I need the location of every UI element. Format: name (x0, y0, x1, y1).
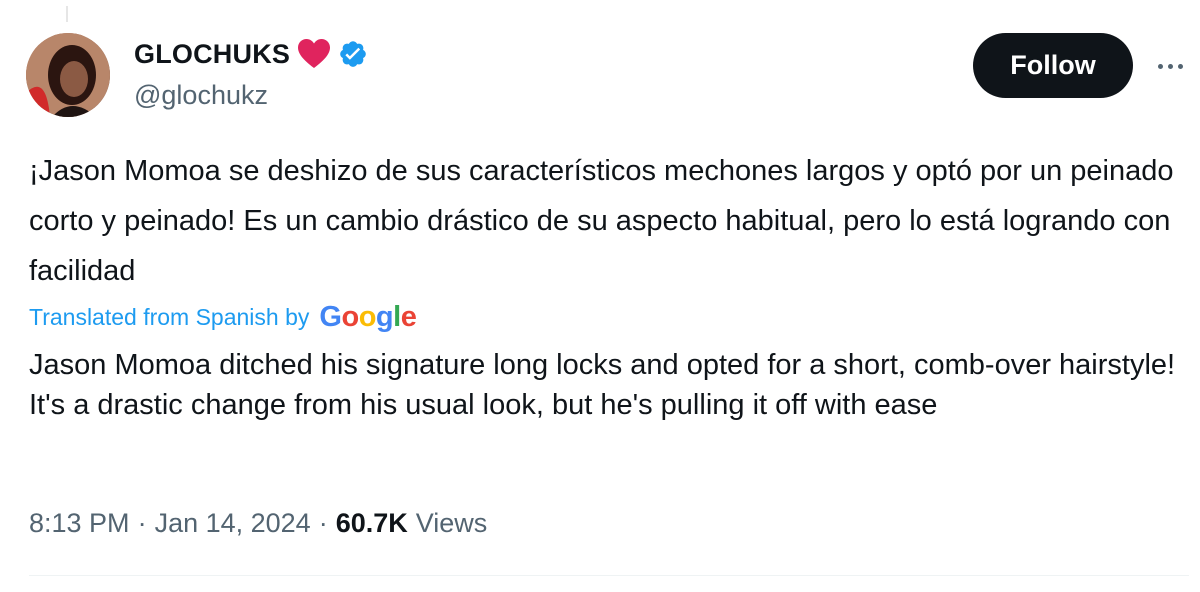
tweet-card: GLOCHUKS @glochukz Follow ¡Jason Momoa s… (0, 0, 1200, 592)
views-count[interactable]: 60.7K (336, 508, 408, 539)
author-display-name[interactable]: GLOCHUKS (134, 39, 290, 70)
heart-emoji-icon (298, 39, 331, 69)
author-name-row: GLOCHUKS (134, 36, 368, 72)
translated-label: Translated from Spanish by (29, 303, 310, 330)
meta-separator: · (137, 507, 147, 538)
google-logo: Google (319, 300, 417, 333)
author-handle[interactable]: @glochukz (134, 80, 268, 111)
verified-badge-icon[interactable] (338, 39, 368, 69)
avatar[interactable] (26, 33, 110, 117)
more-options-icon[interactable] (1150, 52, 1190, 80)
tweet-time[interactable]: 8:13 PM (29, 508, 130, 539)
views-label: Views (415, 507, 488, 538)
avatar-image (26, 33, 110, 117)
tweet-translation: Jason Momoa ditched his signature long l… (29, 349, 1176, 421)
follow-button[interactable]: Follow (973, 33, 1133, 98)
translation-attribution[interactable]: Translated from Spanish by Google (29, 297, 417, 337)
thread-connector (66, 6, 68, 22)
tweet-date[interactable]: Jan 14, 2024 (155, 508, 311, 539)
tweet-text: ¡Jason Momoa se deshizo de sus caracterí… (29, 155, 1174, 287)
divider (29, 575, 1189, 576)
tweet-meta: 8:13 PM · Jan 14, 2024 · 60.7K Views (29, 503, 487, 543)
meta-separator: · (318, 507, 328, 538)
